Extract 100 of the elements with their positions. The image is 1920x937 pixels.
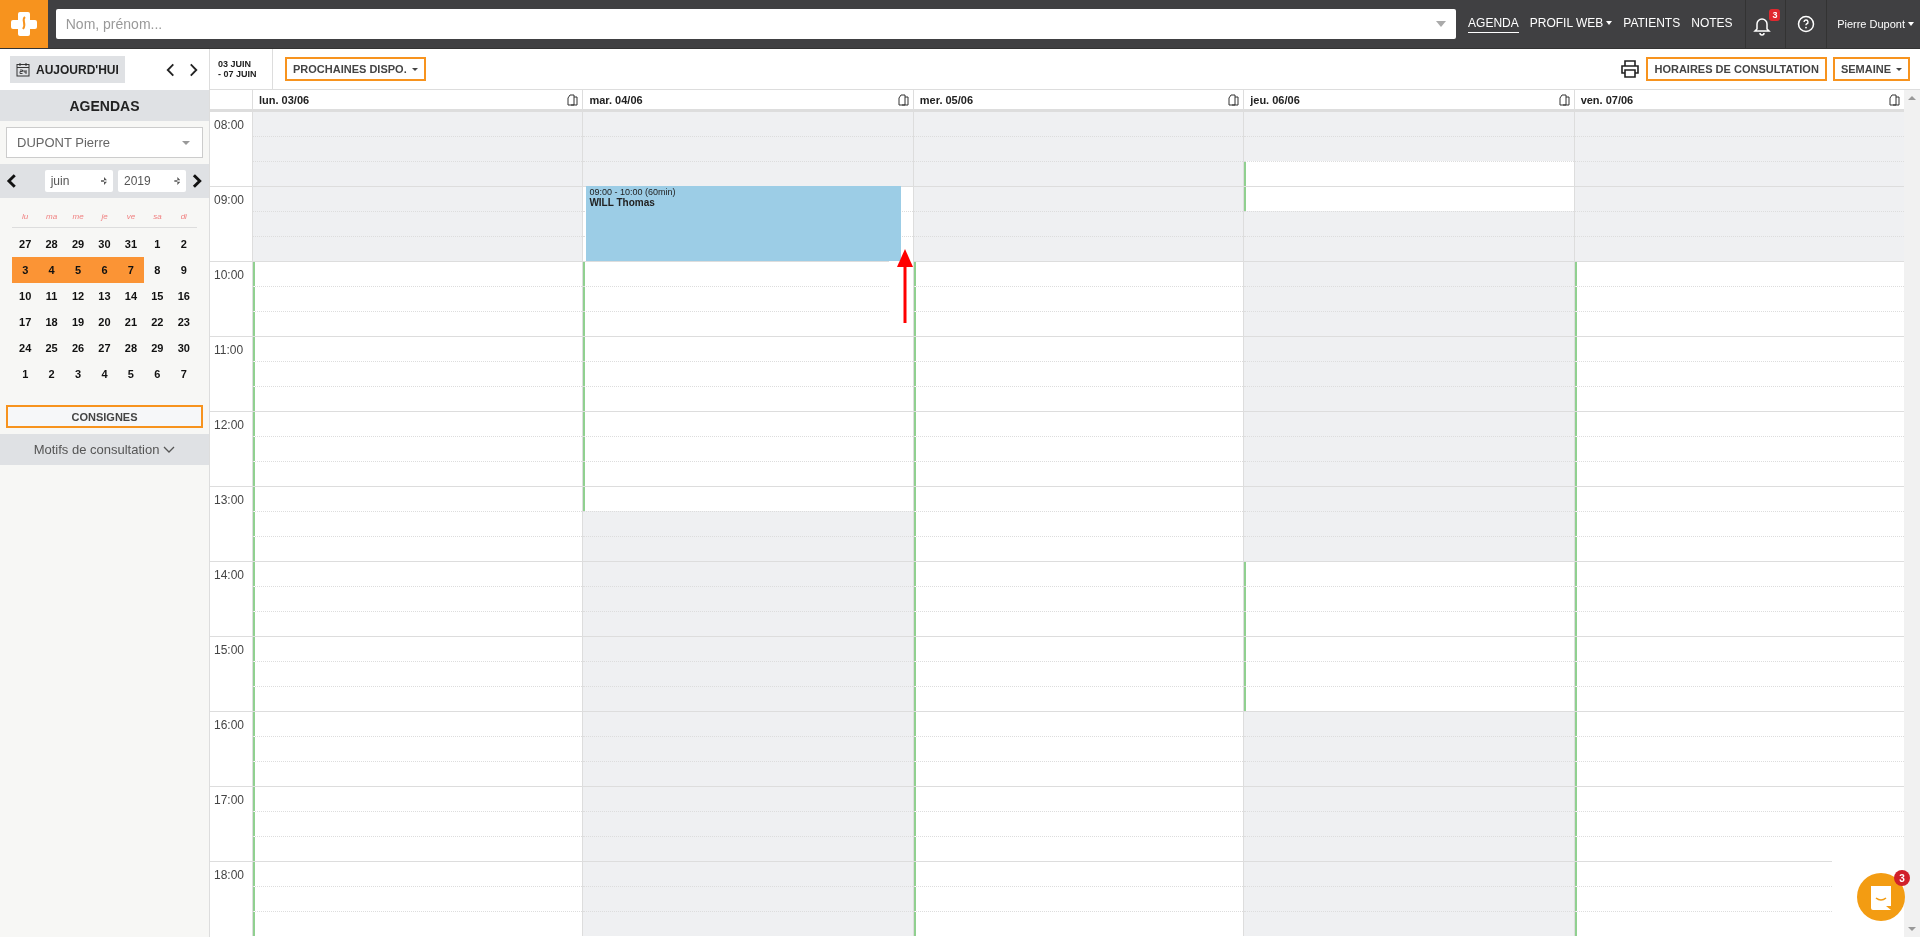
calendar-day[interactable]: 21 (117, 309, 145, 335)
calendar-day[interactable]: 15 (144, 283, 171, 309)
calendar-day[interactable]: 27 (91, 335, 118, 361)
time-slot[interactable] (1244, 386, 1574, 411)
time-slot[interactable] (1244, 411, 1574, 436)
time-slot[interactable] (583, 511, 913, 536)
calendar-day[interactable]: 8 (144, 257, 171, 283)
time-slot[interactable] (913, 436, 1244, 461)
time-slot[interactable] (253, 636, 583, 661)
time-slot[interactable] (1244, 711, 1574, 736)
time-slot[interactable] (583, 611, 913, 636)
today-button[interactable]: AUJOURD'HUI (10, 56, 125, 83)
time-slot[interactable] (583, 386, 913, 411)
time-slot[interactable] (1574, 636, 1905, 661)
calendar-day[interactable]: 3 (12, 257, 39, 283)
time-slot[interactable] (583, 711, 913, 736)
time-slot[interactable] (1244, 511, 1574, 536)
time-slot[interactable] (253, 386, 583, 411)
note-icon[interactable] (567, 93, 579, 106)
search-field[interactable]: Nom, prénom... (55, 9, 1457, 39)
time-slot[interactable] (913, 686, 1244, 711)
time-slot[interactable] (1574, 536, 1905, 561)
time-slot[interactable] (583, 261, 889, 286)
scrollbar[interactable] (1904, 90, 1920, 937)
time-slot[interactable] (583, 486, 913, 511)
time-slot[interactable] (583, 886, 913, 911)
time-slot[interactable] (1244, 536, 1574, 561)
time-slot[interactable] (1574, 486, 1905, 511)
time-slot[interactable] (1244, 361, 1574, 386)
calendar-day[interactable]: 20 (91, 309, 118, 335)
time-slot[interactable] (583, 561, 913, 586)
time-slot[interactable] (913, 911, 1244, 936)
time-slot[interactable] (253, 736, 583, 761)
note-icon[interactable] (1228, 93, 1240, 106)
time-slot[interactable] (1244, 561, 1574, 586)
time-slot[interactable] (1244, 911, 1574, 936)
time-slot[interactable] (913, 636, 1244, 661)
time-slot[interactable] (1244, 836, 1574, 861)
calendar-day[interactable]: 19 (64, 309, 92, 335)
time-slot[interactable] (253, 886, 583, 911)
calendar-day[interactable]: 22 (144, 309, 171, 335)
time-slot[interactable] (1574, 611, 1905, 636)
time-slot[interactable] (253, 286, 583, 311)
time-slot[interactable] (1244, 686, 1574, 711)
logo-icon[interactable] (0, 0, 48, 48)
next-month-icon[interactable] (191, 173, 203, 189)
calendar-day[interactable]: 31 (117, 231, 145, 257)
calendar-day[interactable]: 25 (38, 335, 65, 361)
time-slot[interactable] (253, 136, 583, 161)
time-slot[interactable] (253, 561, 583, 586)
time-slot[interactable] (583, 436, 913, 461)
time-slot[interactable] (253, 861, 583, 886)
calendar-day[interactable]: 27 (12, 231, 39, 257)
time-slot[interactable] (1244, 611, 1574, 636)
time-slot[interactable] (253, 261, 583, 286)
time-slot[interactable] (1574, 786, 1905, 811)
view-select-button[interactable]: SEMAINE (1832, 57, 1910, 81)
time-slot[interactable] (1244, 286, 1574, 311)
calendar-day[interactable]: 6 (144, 361, 171, 387)
time-slot[interactable] (1574, 911, 1833, 936)
time-slot[interactable] (1244, 261, 1574, 286)
consultation-hours-button[interactable]: HORAIRES DE CONSULTATION (1646, 57, 1827, 81)
time-slot[interactable] (913, 861, 1244, 886)
calendar-day[interactable]: 3 (64, 361, 92, 387)
calendar-day[interactable]: 18 (38, 309, 65, 335)
time-slot[interactable] (913, 186, 1244, 211)
time-slot[interactable] (583, 786, 913, 811)
time-slot[interactable] (1244, 161, 1574, 186)
time-slot[interactable] (1244, 636, 1574, 661)
time-slot[interactable] (583, 836, 913, 861)
time-slot[interactable] (253, 111, 583, 136)
user-menu[interactable]: Pierre Dupont (1826, 0, 1920, 48)
time-slot[interactable] (913, 586, 1244, 611)
time-slot[interactable] (253, 786, 583, 811)
calendar-day[interactable]: 11 (38, 283, 65, 309)
time-slot[interactable] (1244, 186, 1574, 211)
time-slot[interactable] (913, 811, 1244, 836)
time-slot[interactable] (913, 461, 1244, 486)
time-slot[interactable] (583, 461, 913, 486)
time-slot[interactable] (253, 711, 583, 736)
time-slot[interactable] (1244, 786, 1574, 811)
time-slot[interactable] (253, 761, 583, 786)
time-slot[interactable] (583, 736, 913, 761)
time-slot[interactable] (253, 236, 583, 261)
time-slot[interactable] (1244, 461, 1574, 486)
time-slot[interactable] (913, 236, 1244, 261)
time-slot[interactable] (913, 361, 1244, 386)
time-slot[interactable] (253, 436, 583, 461)
calendar-day[interactable]: 16 (170, 283, 197, 309)
calendar-day[interactable]: 2 (170, 231, 197, 257)
time-slot[interactable] (583, 811, 913, 836)
calendar-day[interactable]: 29 (64, 231, 92, 257)
calendar-day[interactable]: 23 (170, 309, 197, 335)
time-slot[interactable] (253, 811, 583, 836)
time-slot[interactable] (1244, 211, 1574, 236)
calendar-day[interactable]: 4 (38, 257, 65, 283)
time-slot[interactable] (913, 161, 1244, 186)
help-icon[interactable] (1797, 15, 1816, 33)
calendar-day[interactable]: 6 (91, 257, 118, 283)
time-slot[interactable] (253, 211, 583, 236)
